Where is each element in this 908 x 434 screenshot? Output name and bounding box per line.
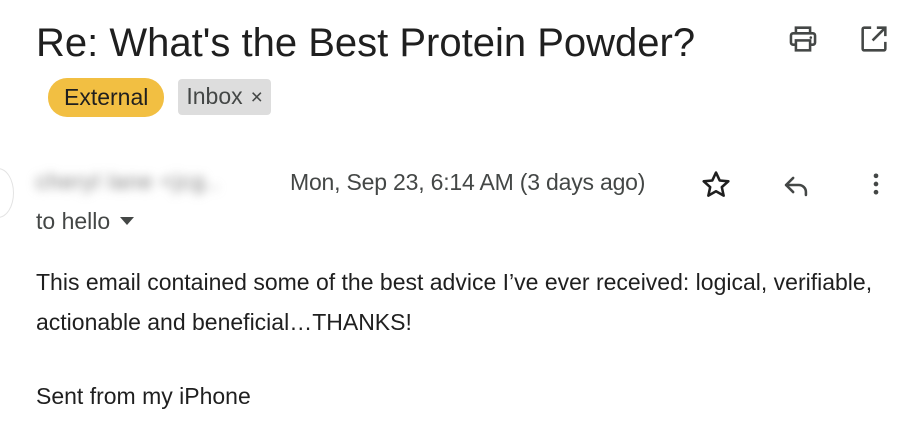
print-icon[interactable] xyxy=(786,22,820,56)
email-subject: Re: What's the Best Protein Powder? xyxy=(36,21,696,65)
open-in-new-window-icon[interactable] xyxy=(857,22,891,56)
inbox-label-chip: Inbox × xyxy=(178,79,271,116)
reply-icon[interactable] xyxy=(779,168,813,202)
more-vertical-icon[interactable] xyxy=(862,167,890,201)
remove-label-button[interactable]: × xyxy=(251,86,263,109)
recipients-toggle[interactable]: to hello xyxy=(36,208,135,235)
chevron-down-icon xyxy=(120,216,135,225)
star-icon[interactable] xyxy=(699,168,733,202)
inbox-label-text: Inbox xyxy=(186,83,243,110)
email-subject-header: Re: What's the Best Protein Powder? Exter… xyxy=(36,14,776,130)
message-card-edge xyxy=(0,168,14,218)
external-label-badge: External xyxy=(48,77,165,117)
email-body: This email contained some of the best ad… xyxy=(36,269,873,335)
email-signature: Sent from my iPhone xyxy=(36,383,251,409)
sender-name[interactable]: cheryl lane <jcg.. xyxy=(36,169,220,195)
email-date: Mon, Sep 23, 6:14 AM (3 days ago) xyxy=(290,169,646,195)
recipients-text: to hello xyxy=(36,208,111,234)
